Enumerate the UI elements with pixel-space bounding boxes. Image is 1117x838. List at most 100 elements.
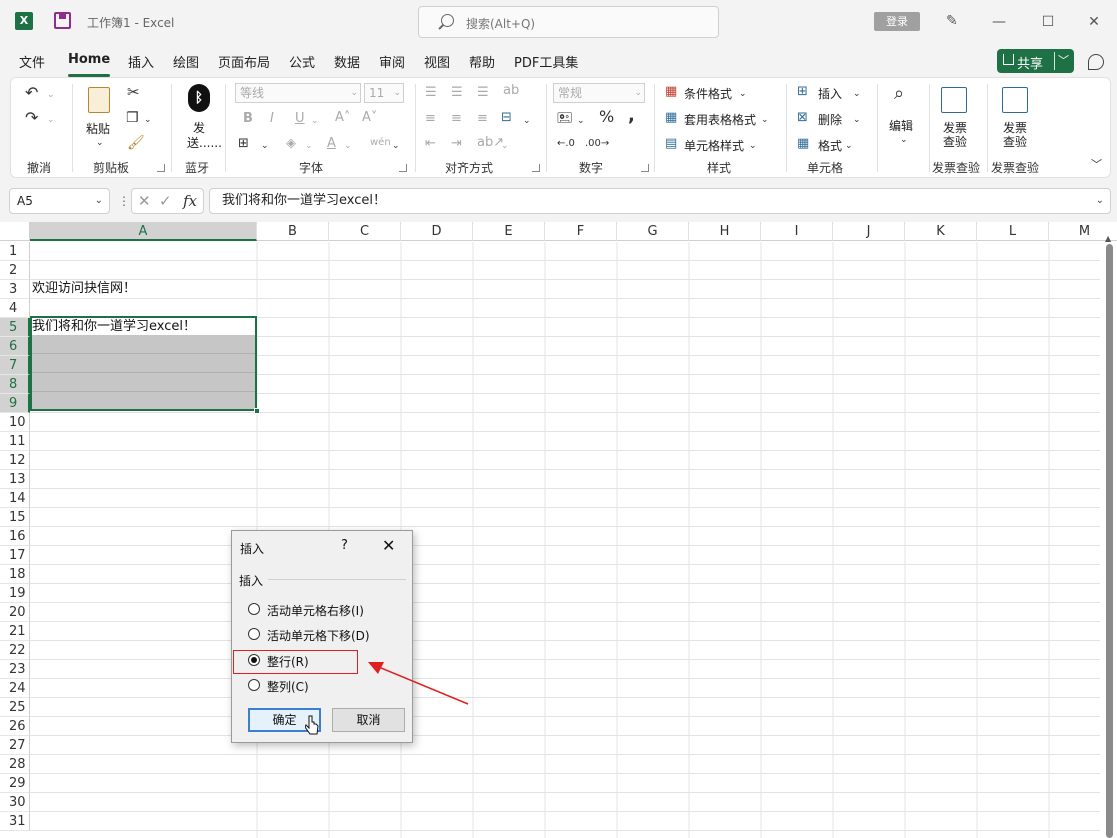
row-header-28[interactable]: 28 — [0, 755, 30, 774]
tab-home[interactable]: Home — [68, 52, 111, 77]
tab-pdf-tools[interactable]: PDF工具集 — [514, 52, 578, 71]
chevron-down-icon[interactable]: ⌄ — [577, 114, 585, 128]
cancel-button[interactable]: 取消 — [332, 708, 405, 732]
close-icon[interactable]: ✕ — [382, 536, 395, 555]
number-launcher-icon[interactable] — [641, 164, 649, 172]
column-header-e[interactable]: E — [473, 222, 545, 241]
chevron-down-icon[interactable]: ⌄ — [853, 87, 861, 101]
chevron-down-icon[interactable]: ⌄ — [311, 114, 319, 128]
cell-a3[interactable]: 欢迎访问抉信网！ — [32, 279, 136, 298]
tab-review[interactable]: 审阅 — [379, 52, 405, 71]
row-header-30[interactable]: 30 — [0, 793, 30, 812]
chevron-down-icon[interactable]: ⌄ — [144, 113, 152, 127]
collapse-ribbon-icon[interactable]: ﹀ — [1091, 158, 1102, 172]
minimize-icon[interactable]: — — [987, 10, 1011, 34]
conditional-format-button[interactable]: 条件格式 — [684, 85, 732, 102]
font-size-combo[interactable]: 11 ⌄ — [364, 83, 404, 103]
insert-function-icon[interactable]: fx — [183, 192, 197, 210]
row-header-14[interactable]: 14 — [0, 489, 30, 508]
increase-font-icon[interactable]: A˄ — [335, 111, 350, 125]
tab-draw[interactable]: 绘图 — [173, 52, 199, 71]
share-button[interactable]: 共享 ﹀ — [997, 49, 1074, 73]
column-header-k[interactable]: K — [905, 222, 977, 241]
format-painter-icon[interactable]: 🖌 — [127, 136, 145, 150]
row-header-4[interactable]: 4 — [0, 299, 30, 318]
number-format-combo[interactable]: 常规 ⌄ — [553, 83, 645, 103]
tab-page-layout[interactable]: 页面布局 — [218, 52, 270, 71]
row-header-26[interactable]: 26 — [0, 717, 30, 736]
column-header-c[interactable]: C — [329, 222, 401, 241]
font-name-combo[interactable]: 等线 ⌄ — [235, 83, 361, 103]
border-icon[interactable]: ⊞ — [238, 137, 249, 151]
paste-button[interactable]: 粘贴 — [86, 120, 110, 137]
chevron-down-icon[interactable]: ⌄ — [900, 133, 908, 147]
chevron-down-icon[interactable]: ⌄ — [749, 139, 757, 153]
column-header-l[interactable]: L — [977, 222, 1049, 241]
chevron-down-icon[interactable]: ⌄ — [47, 88, 55, 102]
chevron-down-icon[interactable]: ⌄ — [1096, 189, 1104, 213]
percent-icon[interactable]: % — [599, 109, 614, 125]
fill-color-icon[interactable]: ◈ — [286, 137, 296, 151]
login-button[interactable]: 登录 — [874, 12, 920, 31]
align-left-icon[interactable]: ≡ — [425, 112, 436, 126]
row-header-19[interactable]: 19 — [0, 584, 30, 603]
chevron-down-icon[interactable]: ⌄ — [523, 114, 531, 128]
close-icon[interactable]: ✕ — [1082, 10, 1106, 34]
chevron-down-icon[interactable]: ⌄ — [47, 113, 55, 127]
select-all-corner[interactable] — [0, 222, 30, 241]
chevron-down-icon[interactable]: ⌄ — [344, 139, 352, 153]
invoice-check-icon[interactable] — [1002, 87, 1028, 113]
pen-icon[interactable]: ✎ — [946, 13, 962, 29]
row-header-23[interactable]: 23 — [0, 660, 30, 679]
row-header-18[interactable]: 18 — [0, 565, 30, 584]
chevron-down-icon[interactable]: ⌄ — [761, 113, 769, 127]
align-middle-icon[interactable]: ☰ — [451, 86, 463, 100]
chevron-down-icon[interactable]: ⌄ — [95, 189, 103, 213]
row-header-8[interactable]: 8 — [0, 375, 30, 394]
chevron-down-icon[interactable]: ⌄ — [261, 139, 269, 153]
row-header-25[interactable]: 25 — [0, 698, 30, 717]
invoice-check-icon[interactable] — [941, 87, 967, 113]
merge-center-icon[interactable]: ⊟ — [501, 111, 512, 125]
row-header-31[interactable]: 31 — [0, 812, 30, 831]
row-header-7[interactable]: 7 — [0, 356, 30, 375]
chevron-down-icon[interactable]: ⌄ — [845, 139, 853, 153]
currency-icon[interactable]: 🖭 — [557, 112, 572, 126]
chevron-down-icon[interactable]: ﹀ — [1058, 52, 1069, 68]
insert-cells-button[interactable]: 插入 — [818, 85, 842, 102]
row-header-1[interactable]: 1 — [0, 242, 30, 261]
alignment-launcher-icon[interactable] — [532, 164, 540, 172]
chevron-down-icon[interactable]: ⌄ — [739, 87, 747, 101]
align-top-icon[interactable]: ☰ — [425, 86, 437, 100]
edit-button[interactable]: 编辑 — [889, 117, 913, 134]
row-header-16[interactable]: 16 — [0, 527, 30, 546]
radio-entire-column[interactable] — [248, 679, 260, 691]
tab-formulas[interactable]: 公式 — [289, 52, 315, 71]
column-header-g[interactable]: G — [617, 222, 689, 241]
radio-shift-right[interactable] — [248, 603, 260, 615]
copy-icon[interactable]: ❐ — [126, 111, 139, 125]
scroll-up-icon[interactable]: ▲ — [1105, 234, 1111, 243]
redo-icon[interactable]: ↷ — [25, 110, 38, 126]
italic-icon[interactable]: I — [270, 112, 274, 126]
invoice-check-button-1b[interactable]: 查验 — [943, 133, 967, 150]
table-format-button[interactable]: 套用表格格式 — [684, 111, 756, 128]
chevron-down-icon[interactable]: ⌄ — [392, 139, 400, 153]
clipboard-launcher-icon[interactable] — [157, 164, 165, 172]
cell-style-button[interactable]: 单元格样式 — [684, 137, 744, 154]
increase-indent-icon[interactable]: ⇥ — [451, 137, 462, 151]
align-right-icon[interactable]: ≡ — [477, 112, 488, 126]
tab-file[interactable]: 文件 — [19, 52, 45, 71]
cancel-icon[interactable]: ✕ — [138, 192, 151, 210]
bold-icon[interactable]: B — [243, 112, 253, 126]
comment-icon[interactable] — [1088, 54, 1104, 70]
wrap-text-icon[interactable]: ab — [503, 84, 519, 98]
confirm-icon[interactable]: ✓ — [159, 192, 172, 210]
column-header-a[interactable]: A — [30, 222, 257, 241]
tab-help[interactable]: 帮助 — [469, 52, 495, 71]
align-center-icon[interactable]: ≡ — [451, 112, 462, 126]
row-header-24[interactable]: 24 — [0, 679, 30, 698]
search-box[interactable]: 搜索(Alt+Q) — [418, 6, 719, 38]
radio-shift-down[interactable] — [248, 628, 260, 640]
delete-cells-button[interactable]: 删除 — [818, 111, 842, 128]
